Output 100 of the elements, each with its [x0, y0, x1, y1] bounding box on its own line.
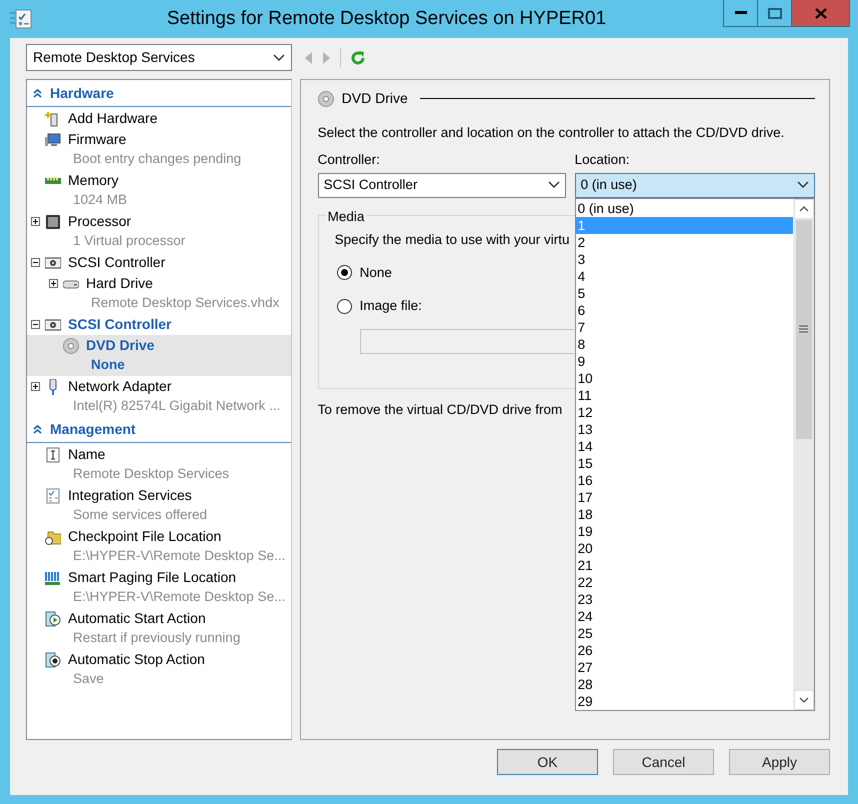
tree-item-label: Network Adapter — [68, 377, 172, 396]
dropdown-option[interactable]: 0 (in use) — [576, 200, 793, 216]
dropdown-option[interactable]: 28 — [576, 676, 793, 692]
tree-item-detail: None — [90, 356, 126, 374]
dialog-button[interactable]: Apply — [729, 749, 830, 775]
dropdown-option[interactable]: 27 — [576, 658, 793, 676]
tree-item-label: Automatic Stop Action — [68, 650, 205, 669]
dropdown-option[interactable]: 24 — [576, 608, 793, 624]
dialog-button[interactable]: Cancel — [613, 749, 714, 775]
tree-item-label: Automatic Start Action — [68, 609, 206, 628]
dropdown-option[interactable]: 20 — [576, 540, 793, 556]
dropdown-option[interactable]: 2 — [576, 234, 793, 250]
scroll-up-button[interactable] — [794, 198, 814, 218]
tree-item[interactable]: Integration Services Some services offered — [27, 485, 291, 526]
note-text: To remove the virtual CD/DVD drive from — [318, 400, 562, 418]
radio-button[interactable] — [336, 298, 352, 314]
dropdown-option[interactable]: 18 — [576, 506, 793, 522]
dropdown-option[interactable]: 15 — [576, 454, 793, 472]
dropdown-option[interactable]: 23 — [576, 590, 793, 608]
tree-item-label: Checkpoint File Location — [68, 527, 222, 546]
instruction-text: Select the controller and location on the controller to attach the CD/DVD drive. — [318, 124, 786, 142]
tree-item[interactable]: Smart Paging File Location E:\HYPER-V\Remote Desktop Se... — [27, 567, 291, 608]
paging-bars-icon — [45, 570, 61, 586]
close-button[interactable] — [792, 0, 850, 27]
settings-app-icon — [10, 9, 32, 29]
dropdown-option[interactable]: 9 — [576, 352, 793, 370]
minimize-button[interactable] — [723, 0, 758, 27]
tree-item[interactable]: Processor 1 Virtual processor — [27, 211, 291, 252]
scroll-down-button[interactable] — [794, 690, 814, 710]
expand-icon[interactable] — [31, 217, 40, 226]
collapse-chevron-icon[interactable] — [33, 89, 42, 98]
tree-item-label: Smart Paging File Location — [68, 568, 236, 587]
refresh-icon[interactable] — [350, 50, 366, 66]
dropdown-option[interactable]: 29 — [576, 692, 793, 710]
tree-item-label: Add Hardware — [68, 109, 158, 128]
dropdown-option[interactable]: 7 — [576, 318, 793, 336]
controller-dropdown[interactable]: SCSI Controller — [318, 172, 566, 198]
dropdown-option[interactable]: 3 — [576, 250, 793, 268]
controller-card-icon — [45, 254, 61, 270]
controller-card-icon — [45, 316, 61, 332]
tree-item-detail: Some services offered — [72, 506, 208, 524]
tree-item[interactable]: Add Hardware — [27, 108, 291, 129]
radio-label[interactable]: Image file: — [360, 296, 422, 316]
tree-item[interactable]: Firmware Boot entry changes pending — [27, 129, 291, 170]
dropdown-option[interactable]: 8 — [576, 336, 793, 352]
dropdown-option[interactable]: 21 — [576, 556, 793, 574]
tree-item[interactable]: Network Adapter Intel(R) 82574L Gigabit Network ... — [27, 376, 291, 417]
collapse-icon[interactable] — [31, 320, 40, 329]
tree-item-label: Firmware — [68, 130, 126, 149]
tree-item[interactable]: Name Remote Desktop Services — [27, 444, 291, 485]
tree-item[interactable]: Checkpoint File Location E:\HYPER-V\Remote Desktop Se... — [27, 526, 291, 567]
dialog-button[interactable]: OK — [497, 749, 598, 775]
radio-label[interactable]: None — [360, 262, 392, 283]
text-cursor-icon — [45, 446, 61, 462]
dropdown-option[interactable]: 13 — [576, 420, 793, 438]
collapse-icon[interactable] — [31, 258, 40, 267]
caret-up-icon — [798, 206, 809, 212]
dropdown-option[interactable]: 5 — [576, 284, 793, 302]
tree-item-detail: Restart if previously running — [72, 629, 242, 647]
dropdown-option[interactable]: 11 — [576, 386, 793, 404]
scrollbar-thumb[interactable] — [796, 220, 812, 438]
dropdown-option[interactable]: 12 — [576, 404, 793, 420]
field-label: Controller: — [318, 151, 381, 170]
tree-item[interactable]: Automatic Start Action Restart if previously running — [27, 608, 291, 649]
collapse-chevron-icon[interactable] — [33, 425, 42, 434]
tree-item-detail: 1 Virtual processor — [72, 232, 186, 250]
group-title: DVD Drive — [342, 89, 408, 108]
dropdown-option[interactable]: 26 — [576, 642, 793, 658]
dropdown-option[interactable]: 22 — [576, 574, 793, 590]
dropdown-option[interactable]: 17 — [576, 488, 793, 506]
dropdown-option[interactable]: 4 — [576, 268, 793, 284]
caret-icon — [273, 54, 285, 62]
tree-item[interactable]: Memory 1024 MB — [27, 170, 291, 211]
tree-item[interactable]: SCSI Controller — [27, 252, 291, 273]
expand-icon[interactable] — [49, 279, 58, 288]
tree-item[interactable]: DVD Drive None — [27, 335, 291, 376]
tree-item[interactable]: Hard Drive Remote Desktop Services.vhdx — [27, 273, 291, 314]
dropdown-option[interactable]: 6 — [576, 302, 793, 318]
caret-down-icon — [798, 696, 809, 702]
dropdown-option[interactable]: 19 — [576, 522, 793, 540]
tree-item-label: SCSI Controller — [68, 253, 166, 272]
section-header: Management — [50, 420, 136, 439]
dropdown-option[interactable]: 10 — [576, 370, 793, 386]
radio-button[interactable] — [336, 265, 352, 280]
expand-icon[interactable] — [31, 382, 40, 391]
disc-icon — [318, 90, 334, 106]
folder-icon — [45, 528, 61, 544]
dropdown-option[interactable]: 25 — [576, 624, 793, 642]
tree-item-label: Memory — [68, 171, 119, 190]
location-dropdown[interactable]: 0 (in use) — [574, 172, 815, 198]
tree-item[interactable]: SCSI Controller — [27, 314, 291, 335]
tree-item[interactable]: Automatic Stop Action Save — [27, 649, 291, 690]
vm-selector-dropdown[interactable]: Remote Desktop Services — [26, 44, 292, 71]
image-path-field[interactable] — [360, 329, 574, 354]
dropdown-option[interactable]: 14 — [576, 438, 793, 454]
stop-icon — [45, 652, 61, 668]
dropdown-option[interactable]: 16 — [576, 472, 793, 488]
tree-item-detail: 1024 MB — [72, 191, 128, 209]
maximize-button[interactable] — [758, 0, 792, 27]
minimize-icon — [734, 11, 746, 15]
